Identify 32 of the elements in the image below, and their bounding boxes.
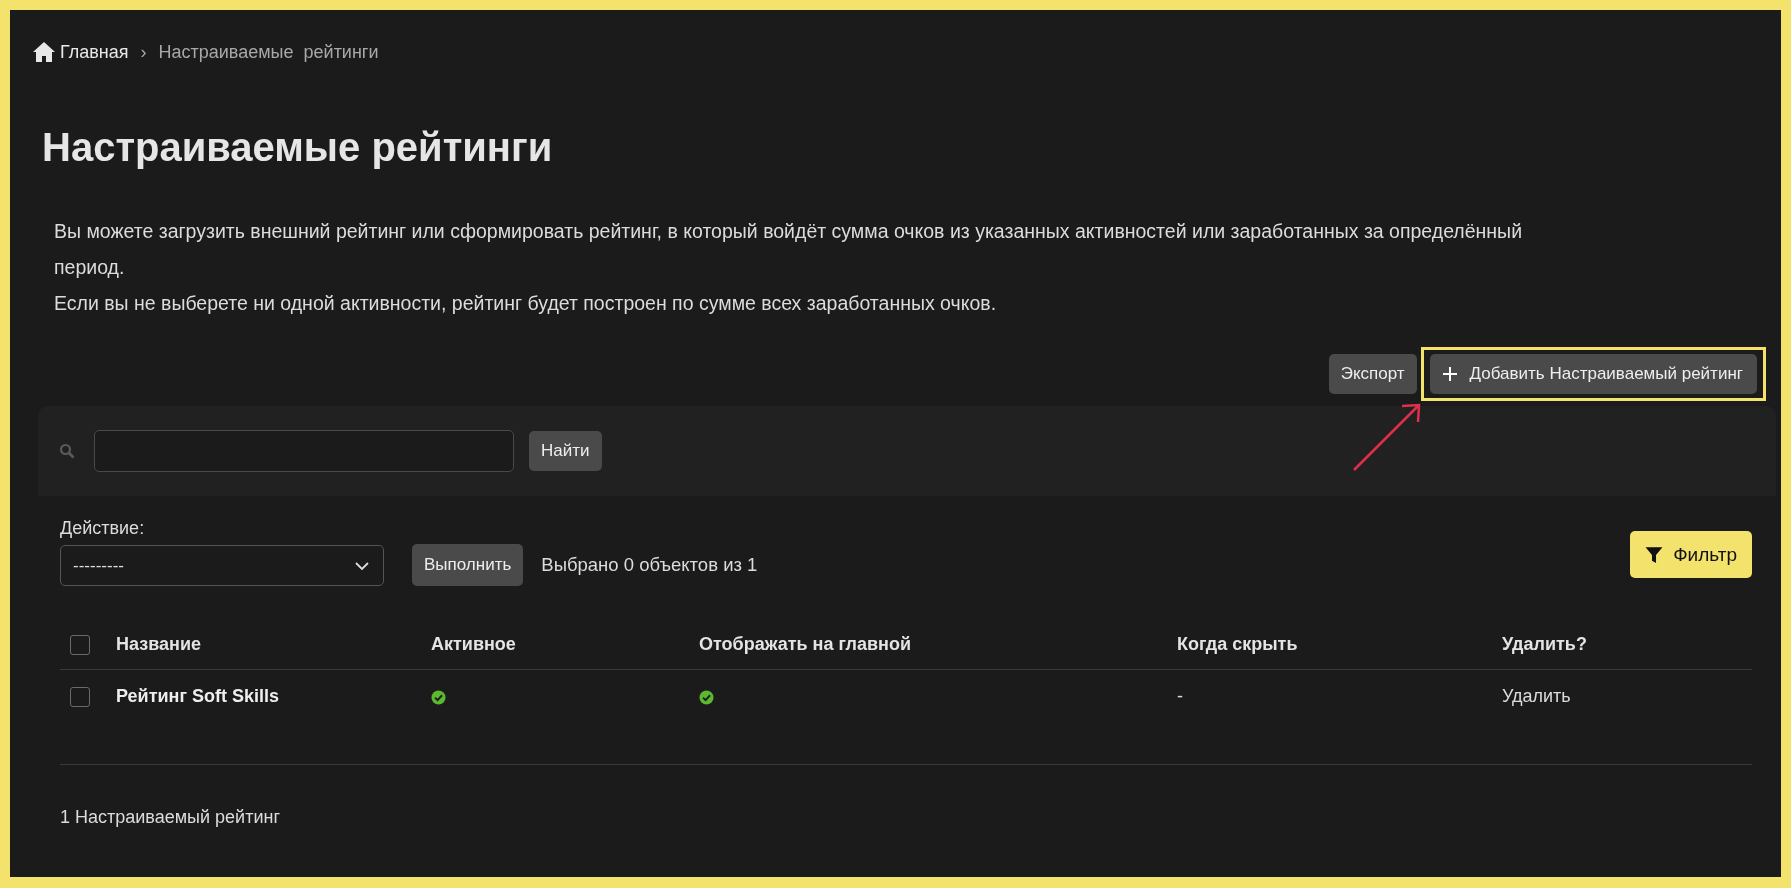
home-icon (32, 41, 56, 63)
result-count: 1 Настраиваемый рейтинг (60, 807, 281, 828)
select-all-checkbox[interactable] (70, 634, 90, 655)
description-text: Вы можете загрузить внешний рейтинг или сформировать рейтинг, в который войдёт сумма очков из указанных активностей или заработанных за определённый период. (54, 219, 1524, 280)
rating-name-link[interactable]: Рейтинг Soft Skills (116, 686, 279, 706)
breadcrumb-current: Настраиваемые рейтинги (158, 41, 379, 63)
breadcrumb-separator: › (140, 41, 147, 63)
page-title: Настраиваемые рейтинги (42, 124, 554, 171)
search-field[interactable] (94, 430, 514, 472)
column-header: Когда скрыть (1177, 633, 1298, 654)
column-header: Активное (431, 633, 516, 654)
column-header: Название (116, 633, 201, 654)
action-select[interactable]: --------- (60, 545, 384, 586)
row-checkbox[interactable] (70, 687, 90, 708)
search-icon (59, 443, 75, 459)
plus-icon (1441, 366, 1458, 382)
description-text: Если вы не выберете ни одной активности, рейтинг будет построен по сумме всех заработанных очков. (54, 291, 998, 316)
breadcrumb-link[interactable]: Главная (32, 41, 129, 63)
selection-count: Выбрано 0 объектов из 1 (541, 553, 758, 577)
search-button[interactable]: Найти (529, 431, 602, 471)
delete-link[interactable]: Удалить (1502, 686, 1571, 706)
add-button[interactable]: Добавить Настраиваемый рейтинг (1429, 354, 1757, 394)
chevron-down-icon (355, 561, 369, 570)
action-label: Действие: (60, 518, 146, 539)
column-header: Удалить? (1502, 633, 1587, 654)
export-button[interactable]: Экспорт (1328, 354, 1417, 394)
column-header: Отображать на главной (699, 633, 911, 654)
filter-button[interactable]: Фильтр (1630, 531, 1752, 578)
table-cell: - (1177, 686, 1183, 706)
annotation-arrow (1352, 403, 1420, 471)
run-button[interactable]: Выполнить (412, 544, 524, 586)
funnel-icon (1645, 545, 1664, 564)
